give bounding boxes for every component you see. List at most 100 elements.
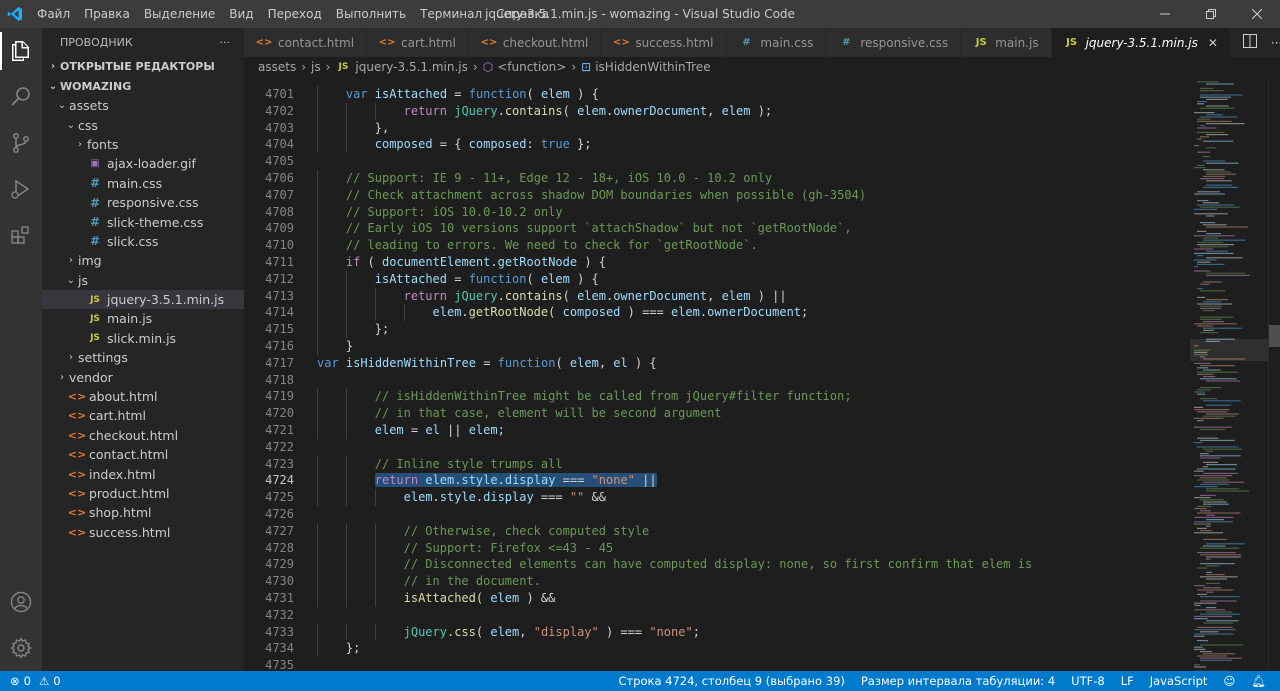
menu-item-4[interactable]: Переход xyxy=(261,0,329,28)
cursor-position[interactable]: Строка 4724, столбец 9 (выбрано 39) xyxy=(610,674,852,688)
tree-folder[interactable]: › vendor xyxy=(42,367,244,386)
tree-folder[interactable]: ⌄ js xyxy=(42,271,244,290)
code-line[interactable]: }, xyxy=(375,120,389,137)
code-line[interactable]: return elem.style.display === "none" || xyxy=(374,472,657,489)
code-line[interactable]: return jQuery.contains( elem.ownerDocume… xyxy=(404,103,773,120)
code-line[interactable]: // Inline style trumps all xyxy=(375,456,563,473)
vscode-logo-icon[interactable] xyxy=(0,0,30,28)
feedback-icon[interactable]: ☺ xyxy=(1215,674,1243,688)
restore-icon[interactable] xyxy=(1188,0,1234,28)
code-line[interactable]: composed = { composed: true }; xyxy=(375,136,592,153)
end-of-line[interactable]: LF xyxy=(1113,674,1142,688)
code-line[interactable]: // in that case, element will be second … xyxy=(375,405,722,422)
tree-file[interactable]: <> checkout.html xyxy=(42,426,244,445)
code-line[interactable]: var isAttached = function( elem ) { xyxy=(346,86,599,103)
tab-checkout-html[interactable]: <> checkout.html xyxy=(468,28,602,57)
code-line[interactable]: // Early iOS 10 versions support `attach… xyxy=(346,220,852,237)
code-line[interactable]: // Check attachment across shadow DOM bo… xyxy=(346,187,866,204)
search-icon[interactable] xyxy=(0,74,42,120)
menu-item-6[interactable]: Терминал xyxy=(413,0,489,28)
code-line[interactable]: // Support: Firefox <=43 - 45 xyxy=(404,540,614,557)
minimize-icon[interactable] xyxy=(1142,0,1188,28)
vertical-scrollbar[interactable] xyxy=(1268,77,1280,671)
code-line[interactable]: var isHiddenWithinTree = function( elem,… xyxy=(317,355,657,372)
code-editor[interactable]: 4700 4701 4702 4703 4704 4705 4706 4707 4708 4709… xyxy=(244,77,1190,671)
code-area[interactable]: var isAttached = function( elem ) {retur… xyxy=(317,77,1190,671)
tree-folder[interactable]: ⌄ assets xyxy=(42,96,244,115)
tree-file[interactable]: <> index.html xyxy=(42,464,244,483)
code-line[interactable]: // isHiddenWithinTree might be called fr… xyxy=(375,388,852,405)
breadcrumb-assets[interactable]: assets xyxy=(258,60,296,74)
menu-item-1[interactable]: Правка xyxy=(77,0,137,28)
menu-item-3[interactable]: Вид xyxy=(222,0,260,28)
code-line[interactable]: elem.getRootNode( composed ) === elem.ow… xyxy=(433,304,809,321)
tree-file[interactable]: <> cart.html xyxy=(42,406,244,425)
breadcrumb-js[interactable]: js xyxy=(311,60,321,74)
notifications-icon[interactable]: 🔔︎ xyxy=(1243,674,1274,688)
scrollbar-thumb[interactable] xyxy=(1269,325,1280,347)
tree-file[interactable]: # main.css xyxy=(42,174,244,193)
breadcrumb-file[interactable]: jquery-3.5.1.min.js xyxy=(355,60,467,74)
code-line[interactable]: }; xyxy=(346,640,360,657)
tab-contact-html[interactable]: <> contact.html xyxy=(244,28,368,57)
code-line[interactable]: // leading to errors. We need to check f… xyxy=(346,237,758,254)
tab-success-html[interactable]: <> success.html xyxy=(601,28,727,57)
explorer-icon[interactable] xyxy=(0,28,42,74)
tree-file[interactable]: # slick-theme.css xyxy=(42,212,244,231)
tree-file[interactable]: # slick.css xyxy=(42,232,244,251)
menu-item-0[interactable]: Файл xyxy=(30,0,77,28)
menu-item-7[interactable]: Справка xyxy=(489,0,556,28)
problems-indicator[interactable]: ⊗ 0 ⚠ 0 xyxy=(0,674,61,688)
code-line[interactable]: // Otherwise, check computed style xyxy=(404,523,650,540)
tab-responsive-css[interactable]: # responsive.css xyxy=(826,28,962,57)
code-line[interactable]: jQuery.css( elem, "display" ) === "none"… xyxy=(404,624,700,641)
tree-file[interactable]: <> contact.html xyxy=(42,445,244,464)
code-line[interactable]: // Disconnected elements can have comput… xyxy=(404,556,1033,573)
close-tab-icon[interactable]: ✕ xyxy=(1208,36,1218,50)
tree-file[interactable]: JS main.js xyxy=(42,309,244,328)
tree-file[interactable]: JS jquery-3.5.1.min.js xyxy=(42,289,244,310)
tree-file[interactable]: JS slick.min.js xyxy=(42,329,244,348)
source-control-icon[interactable] xyxy=(0,120,42,166)
settings-gear-icon[interactable] xyxy=(0,625,42,671)
menu-item-2[interactable]: Выделение xyxy=(137,0,222,28)
code-line[interactable]: // Support: iOS 10.0-10.2 only xyxy=(346,204,563,221)
minimap[interactable] xyxy=(1190,77,1268,671)
breadcrumb-function[interactable]: <function> xyxy=(497,60,566,74)
tab-main-js[interactable]: JS main.js xyxy=(961,28,1052,57)
more-actions-icon[interactable]: ··· xyxy=(220,36,231,49)
tree-folder[interactable]: › settings xyxy=(42,348,244,367)
account-icon[interactable] xyxy=(0,579,42,625)
tree-file[interactable]: # responsive.css xyxy=(42,193,244,212)
tree-file[interactable]: ▣ ajax-loader.gif xyxy=(42,154,244,173)
tab-main-css[interactable]: # main.css xyxy=(726,28,827,57)
code-line[interactable]: isAttached = function( elem ) { xyxy=(375,271,599,288)
code-line[interactable]: // Support: IE 9 - 11+, Edge 12 - 18+, i… xyxy=(346,170,772,187)
split-editor-icon[interactable] xyxy=(1242,34,1257,51)
code-line[interactable]: return jQuery.contains( elem.ownerDocume… xyxy=(404,288,787,305)
code-line[interactable]: } xyxy=(346,338,353,355)
code-line[interactable]: elem.style.display === "" && xyxy=(404,489,606,506)
tab-jquery-3-5-1-min-js[interactable]: JS jquery-3.5.1.min.js ✕ xyxy=(1051,28,1231,57)
tree-folder[interactable]: › fonts xyxy=(42,135,244,154)
code-line[interactable]: // in the document. xyxy=(404,573,541,590)
code-line[interactable]: }; xyxy=(375,321,389,338)
project-section[interactable]: ⌄ WOMAZING xyxy=(42,76,244,96)
tree-folder[interactable]: ⌄ css xyxy=(42,115,244,134)
code-line[interactable]: isAttached( elem ) && xyxy=(404,590,556,607)
open-editors-section[interactable]: › ОТКРЫТЫЕ РЕДАКТОРЫ xyxy=(42,56,244,76)
breadcrumb-symbol[interactable]: isHiddenWithinTree xyxy=(595,60,710,74)
run-debug-icon[interactable] xyxy=(0,166,42,212)
encoding[interactable]: UTF-8 xyxy=(1063,674,1113,688)
tree-file[interactable]: <> success.html xyxy=(42,523,244,542)
code-line[interactable]: elem = el || elem; xyxy=(375,422,505,439)
extensions-icon[interactable] xyxy=(0,212,42,258)
menu-item-5[interactable]: Выполнить xyxy=(329,0,413,28)
tree-file[interactable]: <> product.html xyxy=(42,484,244,503)
code-line[interactable]: if ( documentElement.getRootNode ) { xyxy=(346,254,606,271)
tree-file[interactable]: <> shop.html xyxy=(42,503,244,522)
close-icon[interactable] xyxy=(1234,0,1280,28)
language-mode[interactable]: JavaScript xyxy=(1142,674,1216,688)
more-actions-icon[interactable]: ··· xyxy=(1271,36,1280,50)
tree-file[interactable]: <> about.html xyxy=(42,387,244,406)
